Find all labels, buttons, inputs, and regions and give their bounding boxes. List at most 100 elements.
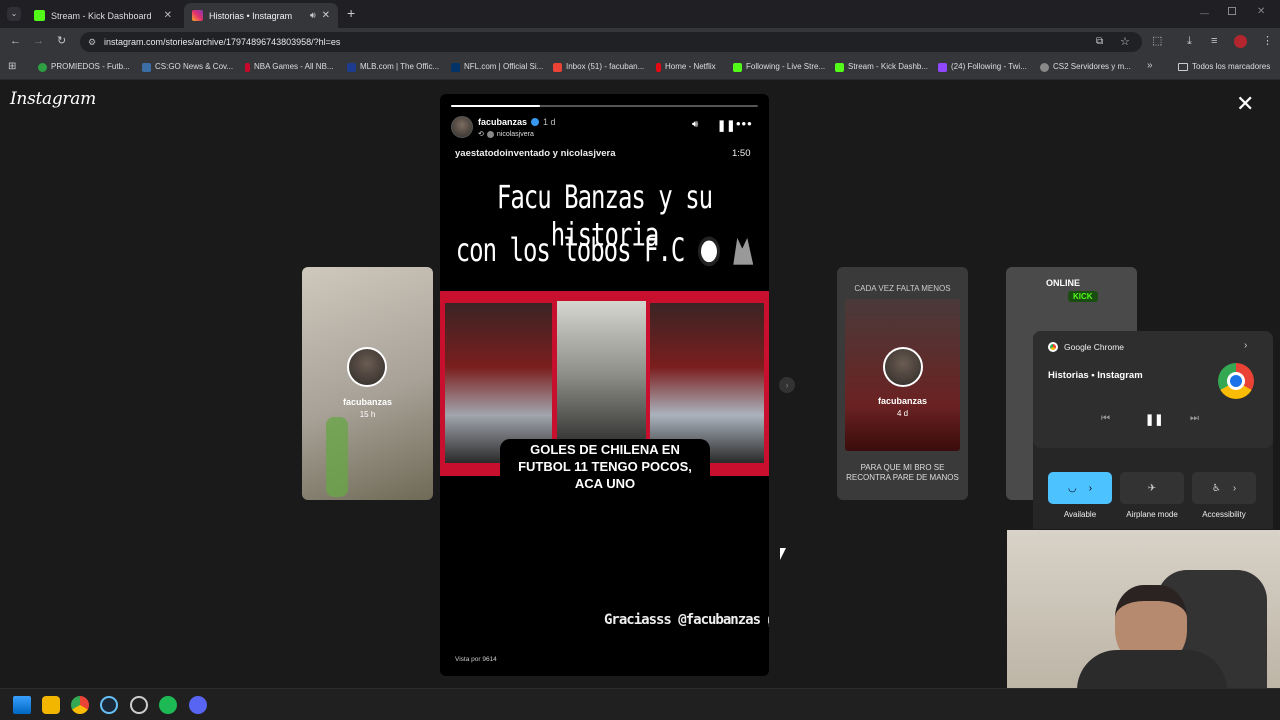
profile-avatar[interactable] [1234, 35, 1247, 48]
url-text: instagram.com/stories/archive/1797489674… [104, 37, 341, 47]
story-avatar [347, 347, 387, 387]
spotify-icon[interactable] [159, 696, 177, 714]
next-arrow-icon[interactable]: › [779, 377, 795, 393]
story-time: 1 d [543, 117, 556, 127]
media-control-icon[interactable]: ≡ [1211, 34, 1217, 48]
bookmark-label: Home - Netflix [665, 62, 716, 71]
maximize-icon[interactable] [1228, 7, 1236, 15]
wifi-label: Available [1063, 510, 1097, 519]
bookmark-label: CS2 Servidores y m... [1053, 62, 1131, 71]
video-caption: GOLES DE CHILENA EN FUTBOL 11 TENGO POCO… [500, 439, 710, 494]
bookmark-gmail[interactable]: Inbox (51) - facuban... [553, 60, 644, 74]
bookmark-kick-dashboard[interactable]: Stream - Kick Dashb... [835, 60, 928, 74]
steam-icon[interactable] [100, 696, 118, 714]
tab-kick-dashboard[interactable]: Stream - Kick Dashboard ✕ [26, 3, 180, 28]
tab-search-icon[interactable]: ⌄ [7, 7, 21, 21]
close-tab-icon[interactable]: ✕ [164, 10, 172, 21]
reposted-from[interactable]: nicolasjvera [497, 131, 534, 138]
expand-icon[interactable]: › [1244, 340, 1247, 351]
mlb-icon [347, 62, 356, 72]
media-app-name: Google Chrome [1064, 342, 1125, 352]
soccer-ball-icon [697, 236, 720, 267]
bookmark-cs2[interactable]: CS2 Servidores y m... [1040, 60, 1131, 74]
apps-grid-icon[interactable]: ⊞ [8, 61, 16, 72]
viewed-by[interactable]: Vista por 9614 [455, 656, 497, 663]
accessibility-toggle[interactable]: ♿︎ › [1192, 472, 1256, 504]
bookmark-promiedos[interactable]: PROMIEDOS - Futb... [38, 60, 130, 74]
bookmark-netflix[interactable]: Home - Netflix [656, 60, 716, 74]
new-tab-button[interactable]: + [347, 6, 355, 20]
pause-icon[interactable]: ❚❚ [717, 119, 735, 132]
site-info-icon[interactable]: ⚙ [88, 32, 96, 52]
bookmark-label: (24) Following - Twi... [951, 62, 1027, 71]
video-frame: GOLES DE CHILENA EN FUTBOL 11 TENGO POCO… [440, 291, 769, 494]
mini-avatar-icon [486, 130, 494, 138]
bookmark-label: Inbox (51) - facuban... [566, 62, 645, 71]
close-tab-icon[interactable]: ✕ [322, 10, 330, 21]
accessibility-chevron-icon[interactable]: › [1233, 483, 1236, 494]
nfl-icon [451, 62, 460, 72]
menu-icon[interactable]: ⋮ [1262, 34, 1273, 48]
mute-icon[interactable]: 🔊︎ [692, 119, 698, 130]
forward-icon[interactable]: → [33, 34, 44, 48]
card-time: 15 h [359, 410, 376, 419]
chrome-taskbar-icon[interactable] [71, 696, 89, 714]
toolbar: ← → ↻ ⚙ instagram.com/stories/archive/17… [0, 28, 1280, 56]
speaker-icon[interactable]: 🔊︎ [310, 10, 316, 21]
tab-instagram[interactable]: Historias • Instagram 🔊︎ ✕ [184, 3, 338, 28]
previous-track-icon[interactable]: ⏮︎ [1101, 413, 1110, 424]
webcam-overlay [1007, 530, 1280, 688]
airplane-mode-toggle[interactable]: ✈︎ [1120, 472, 1184, 504]
wifi-icon: ◡ [1067, 482, 1077, 494]
more-bookmarks-icon[interactable]: » [1147, 60, 1153, 71]
repost-icon: ⟲ [478, 131, 484, 138]
more-options-icon[interactable]: ••• [736, 116, 753, 131]
bookmark-nba[interactable]: NBA Games - All NB... [245, 60, 334, 74]
address-bar[interactable]: ⚙ instagram.com/stories/archive/17974896… [80, 32, 1142, 52]
minimize-icon[interactable]: — [1200, 8, 1209, 18]
wifi-chevron-icon[interactable]: › [1089, 483, 1092, 494]
windows-taskbar [0, 688, 1280, 720]
close-stories-icon[interactable]: ✕ [1236, 93, 1254, 115]
bookmark-twitch[interactable]: (24) Following - Twi... [938, 60, 1027, 74]
instagram-favicon-icon [192, 10, 203, 21]
bookmark-kick-following[interactable]: Following - Live Stre... [733, 60, 825, 74]
airplane-icon: ✈︎ [1147, 482, 1157, 494]
bookmark-label: Following - Live Stre... [746, 62, 826, 71]
netflix-icon [656, 62, 661, 72]
accessibility-icon: ♿︎ [1211, 482, 1221, 494]
story-username[interactable]: facubanzas [478, 117, 527, 127]
close-window-icon[interactable]: ✕ [1257, 6, 1265, 17]
kick-favicon-icon [34, 10, 45, 21]
back-icon[interactable]: ← [10, 34, 21, 48]
nba-icon [245, 62, 250, 72]
kick-badge: KICK [1068, 291, 1098, 302]
next-story-card[interactable]: CADA VEZ FALTA MENOS facubanzas 4 d PARA… [837, 267, 968, 500]
install-icon[interactable]: ⧉ [1096, 32, 1103, 52]
bookmark-star-icon[interactable]: ☆ [1120, 32, 1130, 52]
media-pause-icon[interactable]: ❚❚ [1145, 413, 1163, 426]
bookmark-nfl[interactable]: NFL.com | Official Si... [451, 60, 543, 74]
obs-icon[interactable] [130, 696, 148, 714]
download-icon[interactable]: ⤓ [1187, 34, 1192, 48]
discord-icon[interactable] [189, 696, 207, 714]
bottle-shape [326, 417, 348, 497]
bookmark-mlb[interactable]: MLB.com | The Offic... [347, 60, 439, 74]
praying-hands-icon: 🙌︎ [767, 612, 769, 628]
next-track-icon[interactable]: ⏭︎ [1190, 413, 1199, 424]
previous-story-card[interactable]: facubanzas 15 h [302, 267, 433, 500]
accessibility-label: Accessibility [1202, 510, 1246, 519]
wifi-toggle[interactable]: ◡ › [1048, 472, 1112, 504]
card-username: facubanzas [342, 397, 393, 407]
extensions-icon[interactable]: ⬚ [1152, 34, 1162, 48]
reload-icon[interactable]: ↻ [57, 34, 66, 48]
bookmark-folder-all[interactable]: Todos los marcadores [1178, 60, 1270, 74]
instagram-logo[interactable]: Instagram [10, 89, 96, 109]
chrome-logo-icon [1218, 363, 1254, 399]
file-explorer-icon[interactable] [42, 696, 60, 714]
story-viewer[interactable]: facubanzas 1 d ⟲ nicolasjvera 🔊︎ ❚❚ ••• … [440, 94, 769, 676]
story-avatar[interactable] [451, 116, 473, 138]
windows-start-icon[interactable] [13, 696, 31, 714]
bookmark-csgo[interactable]: CS:GO News & Cov... [142, 60, 233, 74]
progress-track [451, 105, 758, 107]
